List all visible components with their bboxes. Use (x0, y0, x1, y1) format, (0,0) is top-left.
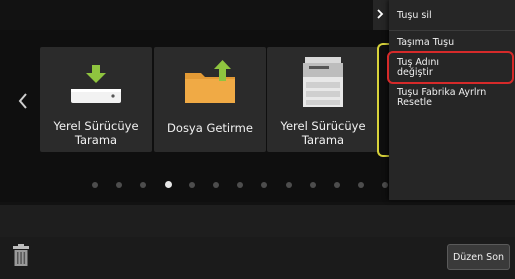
page-dot[interactable] (237, 182, 244, 188)
page-dot[interactable] (116, 182, 123, 188)
printer-icon (301, 55, 345, 109)
page-dot[interactable] (358, 182, 365, 188)
page-dot[interactable] (382, 182, 389, 188)
menu-item-reset-key-factory[interactable]: Tuşu Fabrika Ayrlrn Resetle (389, 88, 515, 112)
page-dot[interactable] (213, 182, 219, 188)
menu-divider (389, 30, 515, 31)
footer-bar (0, 237, 515, 279)
shortcut-tile-file-retrieve[interactable]: Dosya Getirme (154, 47, 266, 152)
tile-label-line1: Yerel Sürücüye (53, 119, 139, 133)
page-dot-active[interactable] (164, 181, 172, 188)
menu-item-label: Taşıma Tuşu (397, 37, 455, 48)
tile-label: Yerel Sürücüye Tarama (267, 119, 379, 147)
page-dot[interactable] (261, 182, 268, 188)
tile-label-line2: Tarama (301, 133, 345, 147)
tile-label: Dosya Getirme (154, 121, 266, 135)
folder-upload-icon (183, 59, 237, 105)
end-edit-button[interactable]: Düzen Son (447, 244, 510, 270)
page-dot[interactable] (334, 182, 340, 188)
tile-label: Yerel Sürücüye Tarama (40, 119, 152, 147)
menu-item-label: Tuşu sil (397, 10, 432, 21)
selected-menu-item-highlight (387, 51, 514, 84)
trash-icon[interactable] (12, 243, 30, 267)
menu-item-delete-key[interactable]: Tuşu sil (373, 6, 513, 24)
shortcut-tile-scan-to-local-drive-2[interactable]: Yerel Sürücüye Tarama (267, 47, 379, 152)
page-dot[interactable] (309, 182, 316, 188)
page-dot[interactable] (285, 182, 292, 188)
tile-label-line2: Tarama (74, 133, 118, 147)
screen: Yerel Sürücüye Tarama Dosya Getirme Yere… (0, 0, 515, 279)
menu-item-label-line2: Resetle (397, 97, 433, 108)
page-dot[interactable] (188, 182, 195, 188)
tile-label-line1: Dosya Getirme (167, 121, 253, 135)
tile-label-line1: Yerel Sürücüye (280, 119, 366, 133)
chevron-left-icon[interactable] (13, 88, 33, 114)
shortcut-tile-scan-to-local-drive[interactable]: Yerel Sürücüye Tarama (40, 47, 152, 152)
page-dot[interactable] (92, 182, 98, 188)
chevron-right-icon (376, 9, 384, 22)
usb-drive-download-icon (70, 63, 122, 105)
page-dot[interactable] (140, 182, 147, 188)
menu-item-move-key[interactable]: Taşıma Tuşu (389, 38, 515, 52)
